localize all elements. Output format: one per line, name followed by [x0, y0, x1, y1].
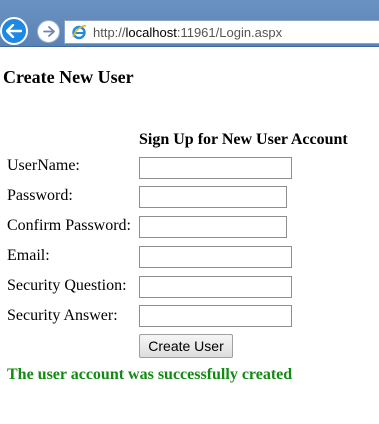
back-button[interactable] — [0, 17, 28, 45]
email-input[interactable] — [139, 246, 292, 268]
page-title: Create New User — [3, 67, 134, 87]
password-label: Password: — [7, 187, 73, 204]
internet-explorer-icon — [71, 24, 87, 40]
username-input[interactable] — [139, 157, 292, 179]
confirm-password-input[interactable] — [139, 216, 287, 238]
password-input[interactable] — [139, 186, 287, 208]
security-answer-input[interactable] — [139, 305, 292, 327]
section-title: Sign Up for New User Account — [139, 131, 348, 148]
email-label: Email: — [7, 247, 50, 264]
address-bar[interactable]: http://localhost:11961/Login.aspx — [64, 20, 379, 44]
back-arrow-icon — [6, 24, 22, 38]
security-question-input[interactable] — [139, 276, 292, 298]
forward-button[interactable] — [37, 20, 60, 43]
url-host: localhost — [125, 24, 177, 40]
create-user-button[interactable]: Create User — [139, 334, 233, 358]
security-answer-label: Security Answer: — [7, 307, 118, 324]
confirm-password-label: Confirm Password: — [7, 217, 131, 234]
forward-arrow-icon — [42, 26, 55, 37]
browser-chrome: http://localhost:11961/Login.aspx — [0, 0, 379, 62]
url-path: :11961/Login.aspx — [176, 24, 283, 40]
url-prefix: http:// — [93, 24, 126, 40]
status-message: The user account was successfully create… — [7, 366, 293, 383]
username-label: UserName: — [7, 157, 80, 174]
url-text[interactable]: http://localhost:11961/Login.aspx — [93, 25, 282, 40]
security-question-label: Security Question: — [7, 277, 127, 294]
